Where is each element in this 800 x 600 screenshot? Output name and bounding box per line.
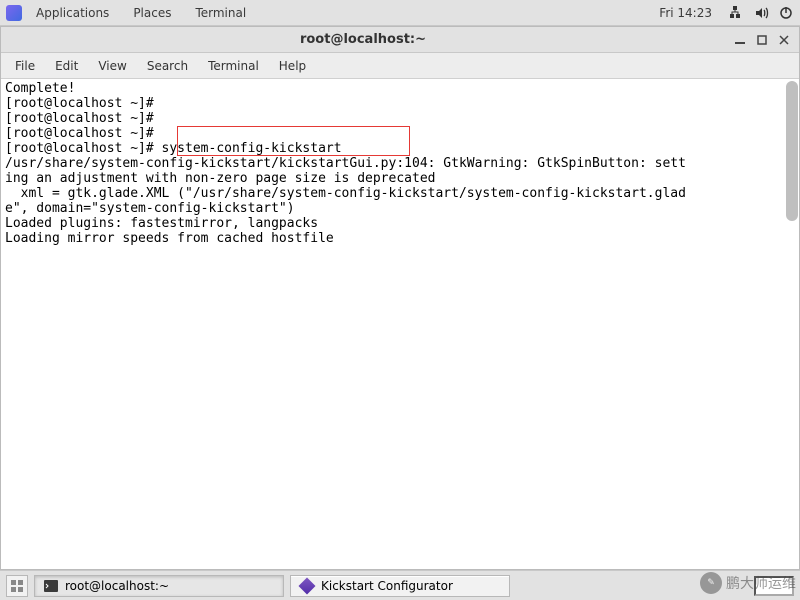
terminal-line: [root@localhost ~]# <box>5 111 795 126</box>
highlight-box <box>177 126 410 156</box>
terminal-line: e", domain="system-config-kickstart") <box>5 201 795 216</box>
menu-terminal[interactable]: Terminal <box>198 56 269 76</box>
terminal-line: Loaded plugins: fastestmirror, langpacks <box>5 216 795 231</box>
kickstart-icon <box>299 578 315 594</box>
terminal-line: [root@localhost ~]# <box>5 96 795 111</box>
panel-terminal[interactable]: Terminal <box>185 2 256 24</box>
watermark: ✎ 鹏大师运维 <box>700 572 796 594</box>
window-title: root@localhost:~ <box>1 32 725 47</box>
terminal-line: xml = gtk.glade.XML ("/usr/share/system-… <box>5 186 795 201</box>
menu-search[interactable]: Search <box>137 56 198 76</box>
panel-places[interactable]: Places <box>123 2 181 24</box>
watermark-text: 鹏大师运维 <box>726 573 796 593</box>
window-maximize-button[interactable] <box>757 35 767 45</box>
taskbar-item-label: Kickstart Configurator <box>321 579 453 593</box>
menubar: File Edit View Search Terminal Help <box>1 53 799 79</box>
taskbar-item-label: root@localhost:~ <box>65 579 169 593</box>
terminal-window: root@localhost:~ File Edit View Search T… <box>0 26 800 570</box>
panel-clock[interactable]: Fri 14:23 <box>649 2 722 24</box>
distro-icon <box>6 5 22 21</box>
terminal-line: Loading mirror speeds from cached hostfi… <box>5 231 795 246</box>
terminal-line: ing an adjustment with non-zero page siz… <box>5 171 795 186</box>
taskbar-item-terminal[interactable]: root@localhost:~ <box>34 575 284 597</box>
menu-edit[interactable]: Edit <box>45 56 88 76</box>
window-close-button[interactable] <box>779 35 789 45</box>
volume-icon[interactable] <box>754 5 770 21</box>
terminal-line: /usr/share/system-config-kickstart/kicks… <box>5 156 795 171</box>
panel-applications[interactable]: Applications <box>26 2 119 24</box>
power-icon[interactable] <box>778 5 794 21</box>
window-minimize-button[interactable] <box>735 35 745 45</box>
menu-file[interactable]: File <box>5 56 45 76</box>
menu-view[interactable]: View <box>88 56 136 76</box>
menu-help[interactable]: Help <box>269 56 316 76</box>
watermark-icon: ✎ <box>700 572 722 594</box>
show-desktop-button[interactable] <box>6 575 28 597</box>
terminal-viewport[interactable]: Complete![root@localhost ~]#[root@localh… <box>1 79 799 569</box>
gnome-top-panel: Applications Places Terminal Fri 14:23 <box>0 0 800 26</box>
window-titlebar[interactable]: root@localhost:~ <box>1 27 799 53</box>
gnome-bottom-panel: root@localhost:~ Kickstart Configurator <box>0 570 800 600</box>
scrollbar-thumb[interactable] <box>786 81 798 221</box>
network-icon[interactable] <box>730 5 746 21</box>
taskbar-item-kickstart[interactable]: Kickstart Configurator <box>290 575 510 597</box>
terminal-icon <box>43 578 59 594</box>
terminal-line: Complete! <box>5 81 795 96</box>
